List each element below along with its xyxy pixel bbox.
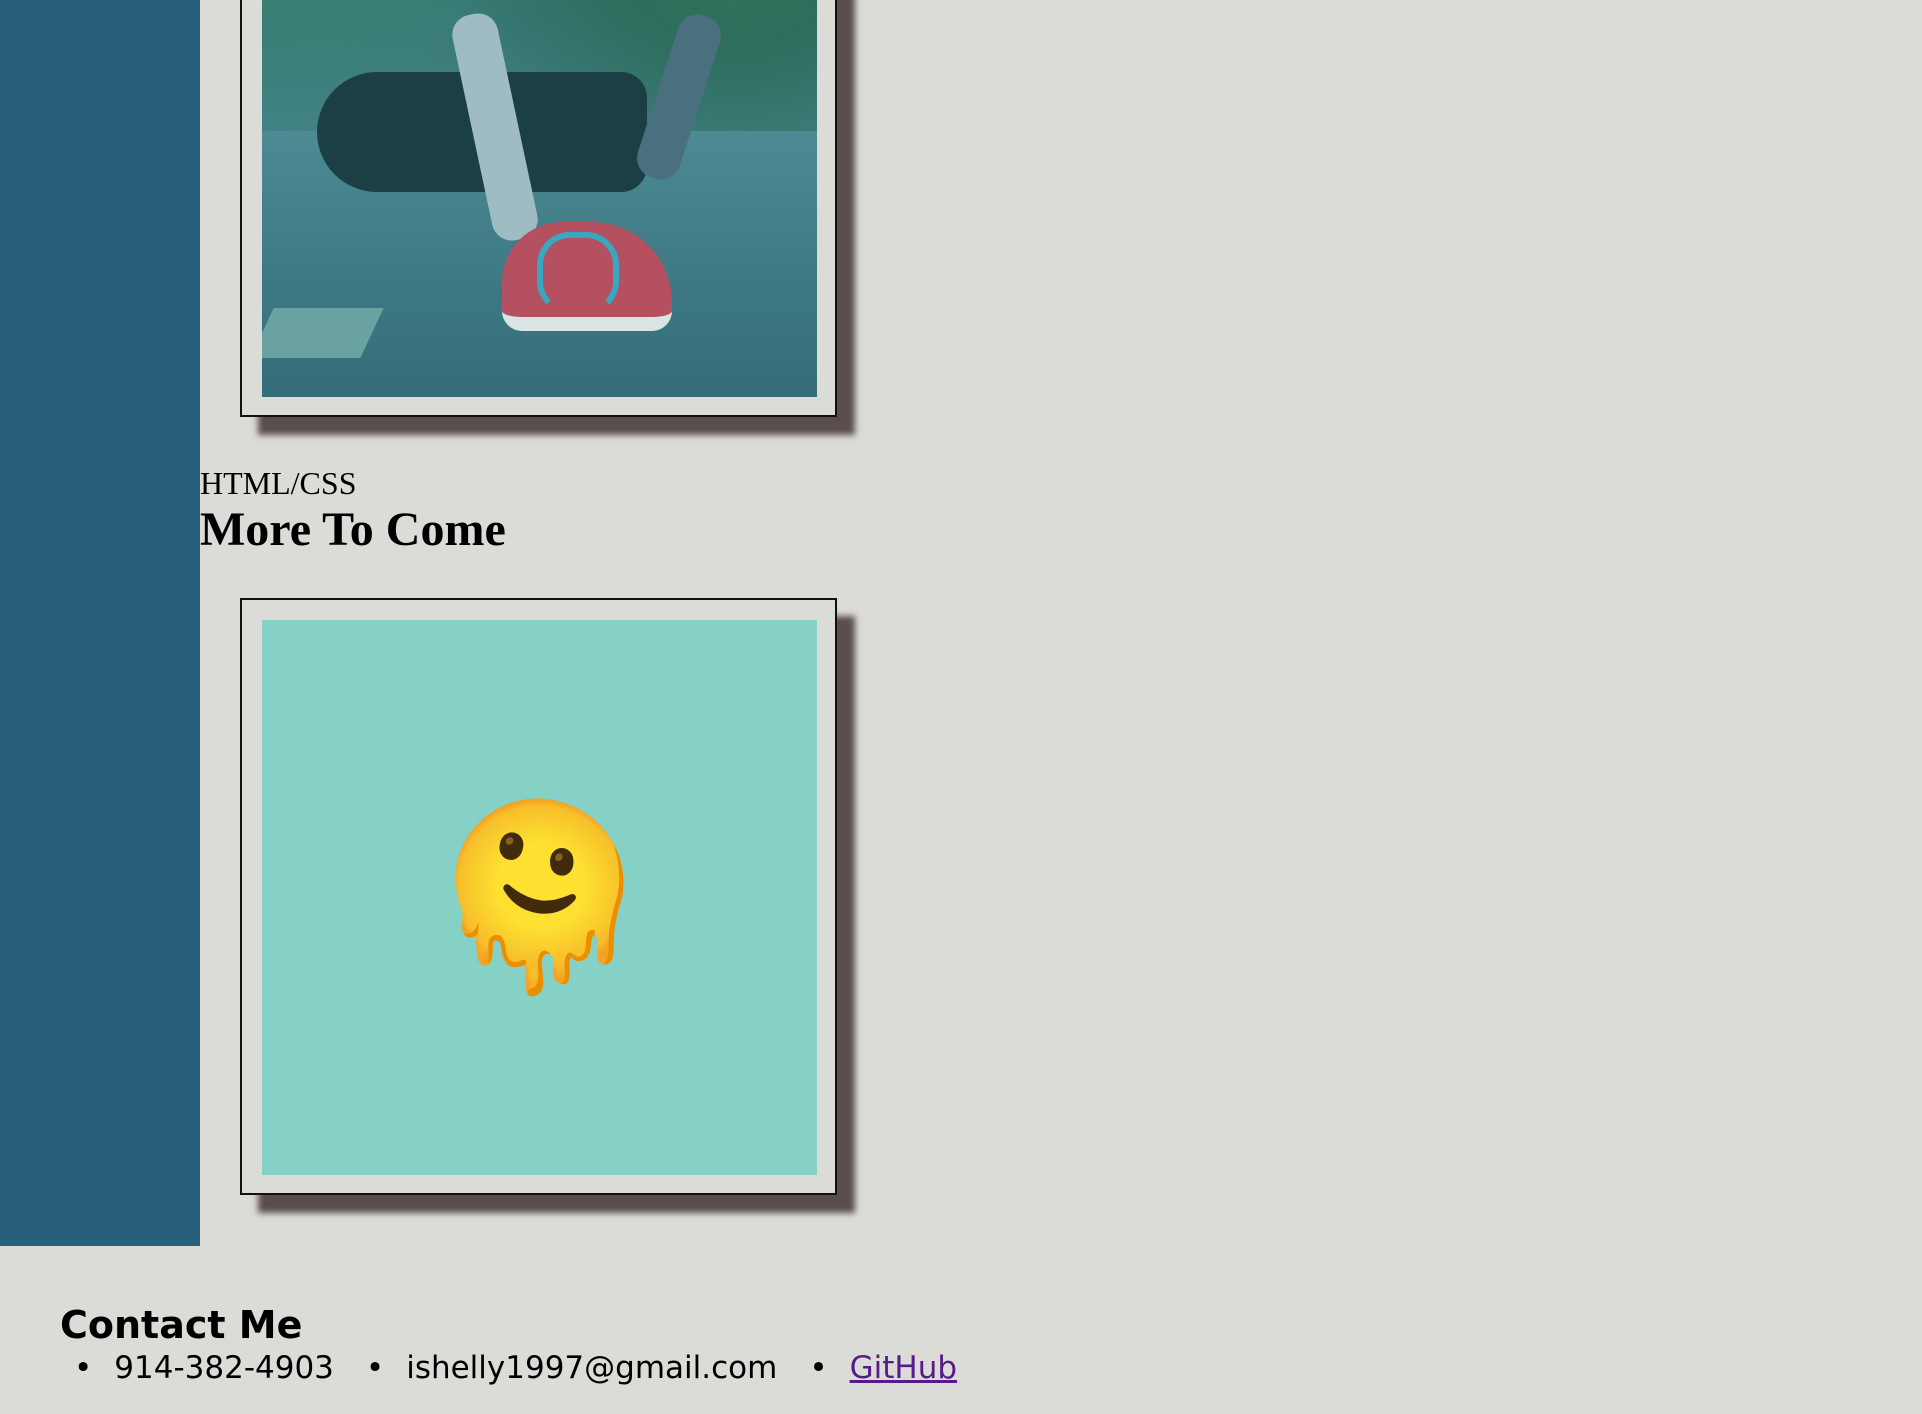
project-title: More To Come xyxy=(200,503,506,556)
melting-face-icon: 🫠 xyxy=(427,792,652,1002)
contact-email: ishelly1997@gmail.com xyxy=(352,1348,777,1388)
project-card-more-to-come[interactable]: 🫠 xyxy=(240,598,837,1195)
github-link[interactable]: GitHub xyxy=(850,1350,957,1386)
emoji-panel: 🫠 xyxy=(262,620,817,1175)
sidebar xyxy=(0,0,200,1246)
contact-footer: Contact Me 914-382-4903 ishelly1997@gmai… xyxy=(60,1302,975,1388)
running-photo xyxy=(262,0,817,397)
contact-github-item: GitHub xyxy=(795,1348,957,1388)
contact-list: 914-382-4903 ishelly1997@gmail.com GitHu… xyxy=(60,1348,975,1388)
project-card-running[interactable] xyxy=(240,0,837,417)
project-category-label: HTML/CSS xyxy=(200,465,357,501)
contact-phone: 914-382-4903 xyxy=(60,1348,334,1388)
contact-heading: Contact Me xyxy=(60,1303,303,1347)
